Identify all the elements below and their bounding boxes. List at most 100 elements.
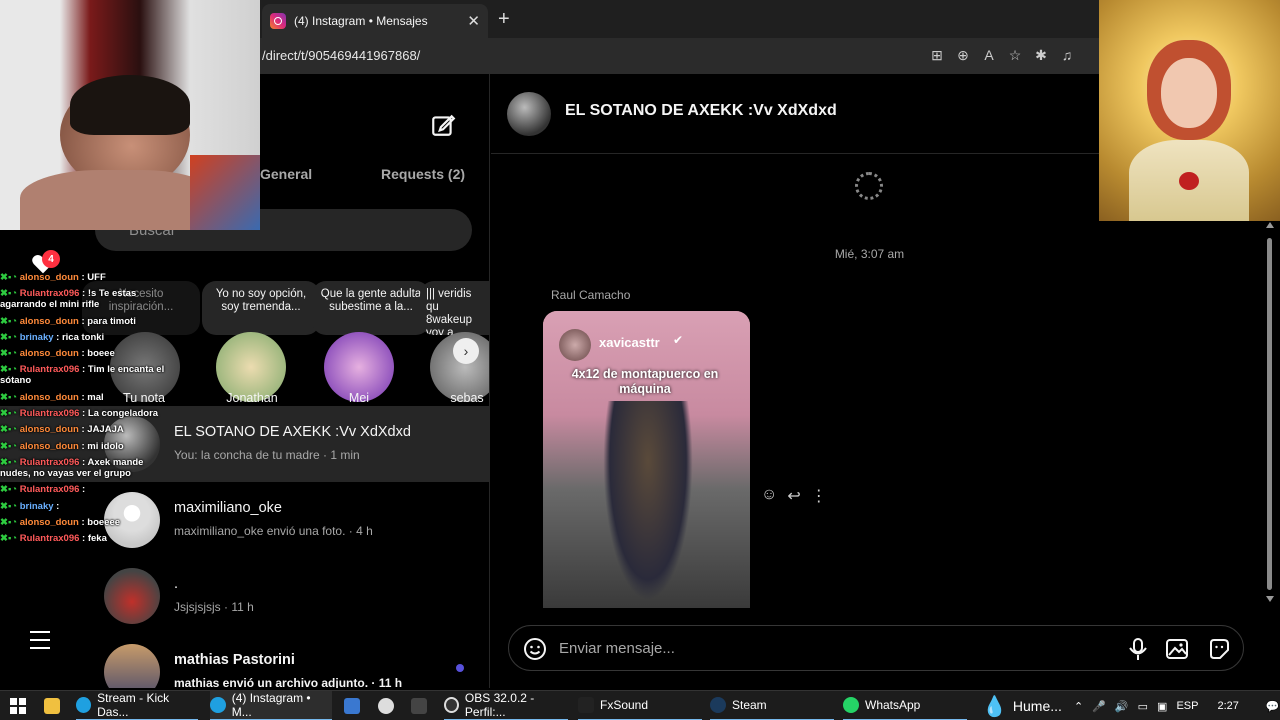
start-button[interactable] [10, 691, 26, 720]
chatgpt-button[interactable] [378, 691, 394, 720]
conversation-preview: maximiliano_oke envió una foto. · 4 h [174, 524, 373, 538]
display-icon[interactable]: ▣ [1157, 700, 1167, 713]
taskbar-item-instagram[interactable]: (4) Instagram • M... [210, 691, 332, 720]
stream-chat-message: ✖▪◔ alonso_doun : boeeee [0, 517, 175, 528]
taskbar-item-steam[interactable]: Steam [710, 691, 834, 720]
scrollbar[interactable] [1262, 222, 1276, 610]
zoom-icon[interactable]: ⊕ [954, 46, 972, 64]
language-indicator[interactable]: ESP [1176, 700, 1198, 712]
chat-username: alonso_doun [19, 391, 79, 403]
network-icon[interactable]: ▭ [1138, 700, 1148, 713]
favorite-star-icon[interactable]: ☆ [1006, 46, 1024, 64]
chat-username: Rulantrax096 [19, 408, 80, 420]
poster [190, 155, 260, 230]
instagram-icon [270, 13, 286, 29]
emoji-icon[interactable] [523, 637, 547, 661]
microphone-icon[interactable] [1127, 637, 1149, 661]
portrait-face [1161, 58, 1217, 128]
scroll-up-icon[interactable] [1266, 222, 1274, 228]
sticker-icon[interactable] [1207, 637, 1231, 661]
stream-chat-message: ✖▪◔ Rulantrax096 : feka [0, 533, 175, 544]
conversation-preview: Jsjsjsjsjs · 11 h [174, 600, 254, 614]
chat-username: brinaky [19, 500, 54, 512]
shared-reel[interactable]: xavicasttr ✔ 4x12 de montapuerco en máqu… [543, 311, 750, 608]
chat-badges-icon: ✖▪◔ [0, 348, 20, 360]
terminal-button[interactable] [411, 691, 427, 720]
url-text[interactable]: /direct/t/905469441967868/ [262, 48, 420, 63]
image-icon[interactable] [1165, 637, 1189, 661]
media-icon[interactable]: ♫ [1058, 46, 1076, 64]
chat-badges-icon: ✖▪◔ [0, 391, 20, 403]
weather-label: Hume... [1012, 698, 1062, 714]
microphone-tray-icon[interactable]: 🎤 [1092, 700, 1106, 713]
stream-chat-message: ✖▪◔ Rulantrax096 : !s Te estas agarrando… [0, 288, 175, 310]
steam-icon [710, 697, 726, 713]
read-aloud-icon[interactable]: A [980, 46, 998, 64]
chat-username: brinaky [19, 331, 54, 343]
clock[interactable]: 2:27 [1217, 700, 1238, 712]
chat-badges-icon: ✖▪◔ [0, 424, 20, 436]
apps-icon[interactable]: ⊞ [928, 46, 946, 64]
more-options-icon[interactable]: ⋮ [811, 486, 827, 506]
taskbar-item-whatsapp[interactable]: WhatsApp [843, 691, 967, 720]
whatsapp-icon [843, 697, 859, 713]
system-tray: ⌃ 🎤 🔊 ▭ ▣ ESP 2:27 💬 [1074, 691, 1280, 720]
chat-text: : boeee [81, 348, 115, 360]
conversation-row[interactable]: mathias Pastorini mathias envió un archi… [0, 634, 489, 688]
reply-icon[interactable]: ↩ [787, 486, 800, 506]
taskbar-item-fxsound[interactable]: FxSound [578, 691, 702, 720]
menu-icon[interactable] [29, 630, 51, 650]
chat-title[interactable]: EL SOTANO DE AXEKK :Vv XdXdxd [565, 102, 837, 120]
taskbar-item-label: OBS 32.0.2 - Perfil:... [464, 691, 535, 719]
message-actions: ☺ ↩ ⋮ [761, 486, 827, 506]
chat-username: Rulantrax096 [19, 484, 80, 496]
chat-text: : rica tonki [56, 331, 105, 343]
taskbar-item-label: Stream - Kick Das... [97, 691, 170, 719]
compose-icon[interactable] [430, 112, 456, 138]
conversation-row[interactable]: . Jsjsjsjsjs · 11 h [0, 558, 489, 634]
loading-spinner-icon [855, 172, 883, 200]
chat-text: : [56, 500, 60, 512]
note-bubble[interactable]: ||| veridis qu 8wakeup voy a empez [420, 281, 489, 335]
conversation-preview: You: la concha de tu madre · 1 min [174, 448, 360, 462]
react-emoji-icon[interactable]: ☺ [761, 486, 777, 506]
taskbar-item-kick[interactable]: Stream - Kick Das... [76, 691, 198, 720]
tab-general[interactable]: General [260, 166, 312, 182]
chat-username: Rulantrax096 [19, 288, 80, 300]
stream-chat-message: ✖▪◔ Rulantrax096 : Axek mande nudes, no … [0, 457, 175, 479]
weather-widget[interactable]: 💧 Hume... [982, 691, 1062, 720]
notification-badge: 4 [42, 250, 60, 268]
browser-tab-instagram[interactable]: (4) Instagram • Mensajes ✕ [262, 4, 488, 38]
volume-icon[interactable]: 🔊 [1115, 700, 1129, 713]
mail-button[interactable] [344, 691, 360, 720]
tab-requests[interactable]: Requests (2) [381, 166, 465, 182]
chat-text: : [82, 484, 86, 496]
chat-badges-icon: ✖▪◔ [0, 288, 20, 300]
chevron-up-icon[interactable]: ⌃ [1074, 700, 1083, 713]
scroll-down-icon[interactable] [1266, 596, 1274, 602]
message-composer[interactable]: Enviar mensaje... [508, 625, 1244, 671]
chat-badges-icon: ✖▪◔ [0, 440, 20, 452]
browser-tab-title: (4) Instagram • Mensajes [294, 14, 428, 28]
chat-badges-icon: ✖▪◔ [0, 408, 20, 420]
chevron-right-icon[interactable]: › [453, 338, 479, 364]
scrollbar-thumb[interactable] [1267, 238, 1272, 590]
note-bubble[interactable]: Yo no soy opción, soy tremenda... [202, 281, 320, 335]
unread-dot [456, 664, 464, 672]
reel-username: xavicasttr [599, 335, 660, 350]
notifications-icon[interactable]: 💬 [1266, 700, 1280, 713]
chat-username: alonso_doun [19, 315, 79, 327]
file-explorer-button[interactable] [44, 691, 60, 720]
taskbar: Stream - Kick Das... (4) Instagram • M..… [0, 690, 1280, 720]
taskbar-item-label: (4) Instagram • M... [231, 691, 311, 719]
chat-text: : boeeee [81, 516, 121, 528]
sender-name: Raul Camacho [551, 288, 631, 302]
chat-text: : UFF [81, 272, 106, 283]
close-tab-icon[interactable]: ✕ [467, 12, 480, 30]
humidity-icon: 💧 [982, 695, 1007, 718]
note-bubble[interactable]: Que la gente adulta subestime a la... [312, 281, 430, 335]
new-tab-button[interactable]: + [498, 8, 510, 31]
taskbar-item-obs[interactable]: OBS 32.0.2 - Perfil:... [444, 691, 568, 720]
avatar[interactable] [507, 92, 551, 136]
extensions-icon[interactable]: ✱ [1032, 46, 1050, 64]
